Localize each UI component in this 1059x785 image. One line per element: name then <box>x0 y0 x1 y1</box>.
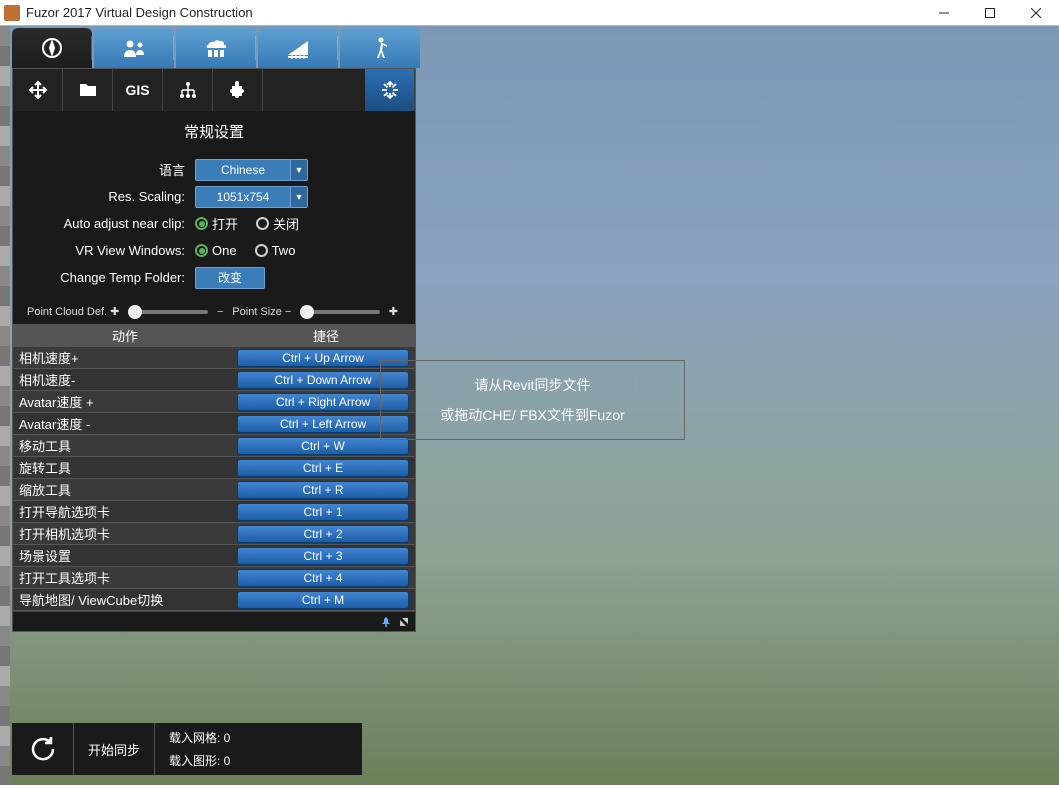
shortcut-action: 相机速度- <box>13 370 237 389</box>
language-label: 语言 <box>27 160 195 179</box>
move-tool-button[interactable] <box>13 69 63 111</box>
sync-start-label[interactable]: 开始同步 <box>74 723 155 775</box>
shortcut-key-button[interactable]: Ctrl + R <box>237 481 409 499</box>
tab-measure[interactable] <box>258 28 338 68</box>
tab-collaboration[interactable] <box>94 28 174 68</box>
shortcut-action: Avatar速度 - <box>13 414 237 433</box>
window-title: Fuzor 2017 Virtual Design Construction <box>26 5 921 20</box>
shortcut-row[interactable]: 打开工具选项卡Ctrl + 4 <box>13 566 415 588</box>
minus-icon[interactable]: − <box>217 306 223 318</box>
shortcut-key-button[interactable]: Ctrl + 4 <box>237 569 409 587</box>
open-folder-button[interactable] <box>63 69 113 111</box>
plugins-button[interactable] <box>213 69 263 111</box>
background-sliver <box>0 26 10 785</box>
sync-shape-count: 载入图形: 0 <box>169 752 230 769</box>
vr-view-two-label: Two <box>272 243 296 258</box>
shortcut-row[interactable]: 旋转工具Ctrl + E <box>13 456 415 478</box>
res-scaling-select[interactable]: 1051x754 <box>195 186 291 208</box>
shortcut-action: 缩放工具 <box>13 480 237 499</box>
shortcut-row[interactable]: 打开相机选项卡Ctrl + 2 <box>13 522 415 544</box>
tab-navigation[interactable] <box>12 28 92 68</box>
drop-message-line1: 请从Revit同步文件 <box>475 375 591 395</box>
change-temp-label: Change Temp Folder: <box>27 270 195 285</box>
tab-walk[interactable] <box>340 28 420 68</box>
key-column-header: 捷径 <box>237 326 415 345</box>
point-cloud-slider[interactable] <box>128 310 208 314</box>
hierarchy-button[interactable] <box>163 69 213 111</box>
point-size-slider[interactable] <box>300 310 380 314</box>
sync-bar: 开始同步 载入网格: 0 载入图形: 0 <box>12 723 362 775</box>
close-button[interactable] <box>1013 0 1059 26</box>
vr-view-one-radio[interactable] <box>195 244 208 257</box>
shortcut-key-button[interactable]: Ctrl + 1 <box>237 503 409 521</box>
point-size-label: Point Size <box>232 306 282 318</box>
auto-adjust-on-label: 打开 <box>212 214 238 233</box>
shortcut-action: 旋转工具 <box>13 458 237 477</box>
plus-icon[interactable]: ✚ <box>389 305 398 318</box>
main-tab-bar <box>12 28 1059 68</box>
shortcut-action: 相机速度+ <box>13 348 237 367</box>
gis-label: GIS <box>125 82 149 98</box>
shortcut-row[interactable]: 导航地图/ ViewCube切换Ctrl + M <box>13 588 415 610</box>
settings-button[interactable] <box>365 69 415 111</box>
panel-footer <box>13 611 415 631</box>
shortcut-row[interactable]: Avatar速度 +Ctrl + Right Arrow <box>13 390 415 412</box>
ribbon-toolbar: GIS <box>13 69 415 111</box>
action-column-header: 动作 <box>13 326 237 345</box>
shortcut-row[interactable]: 相机速度-Ctrl + Down Arrow <box>13 368 415 390</box>
auto-adjust-on-radio[interactable] <box>195 217 208 230</box>
pin-icon[interactable] <box>379 615 393 629</box>
vr-view-label: VR View Windows: <box>27 243 195 258</box>
tab-render[interactable] <box>176 28 256 68</box>
vr-view-one-label: One <box>212 243 237 258</box>
shortcut-action: 导航地图/ ViewCube切换 <box>13 590 237 609</box>
plus-icon[interactable]: ✚ <box>110 305 119 318</box>
shortcut-action: 打开工具选项卡 <box>13 568 237 587</box>
shortcut-action: 打开导航选项卡 <box>13 502 237 521</box>
shortcut-action: 移动工具 <box>13 436 237 455</box>
language-select[interactable]: Chinese <box>195 159 291 181</box>
point-cloud-def-label: Point Cloud Def. <box>27 306 107 318</box>
collapse-icon[interactable] <box>397 615 411 629</box>
shortcut-key-button[interactable]: Ctrl + E <box>237 459 409 477</box>
shortcut-key-button[interactable]: Ctrl + 3 <box>237 547 409 565</box>
minus-icon[interactable]: − <box>285 306 291 318</box>
shortcut-row[interactable]: 相机速度+Ctrl + Up Arrow <box>13 346 415 368</box>
auto-adjust-label: Auto adjust near clip: <box>27 216 195 231</box>
shortcut-action: Avatar速度 + <box>13 392 237 411</box>
settings-panel: GIS 常规设置 语言 Chinese ▼ Res. Scaling: 1051… <box>12 68 416 632</box>
auto-adjust-off-label: 关闭 <box>273 214 299 233</box>
auto-adjust-off-radio[interactable] <box>256 217 269 230</box>
panel-title: 常规设置 <box>27 121 401 142</box>
shortcut-row[interactable]: 打开导航选项卡Ctrl + 1 <box>13 500 415 522</box>
sync-mesh-count: 载入网格: 0 <box>169 729 230 746</box>
shortcut-action: 场景设置 <box>13 546 237 565</box>
shortcut-key-button[interactable]: Ctrl + 2 <box>237 525 409 543</box>
title-bar: Fuzor 2017 Virtual Design Construction <box>0 0 1059 26</box>
gis-button[interactable]: GIS <box>113 69 163 111</box>
vr-view-two-radio[interactable] <box>255 244 268 257</box>
shortcut-key-button[interactable]: Ctrl + M <box>237 591 409 609</box>
shortcut-action: 打开相机选项卡 <box>13 524 237 543</box>
shortcuts-header: 动作 捷径 <box>13 324 415 346</box>
shortcut-row[interactable]: 移动工具Ctrl + W <box>13 434 415 456</box>
shortcut-row[interactable]: 缩放工具Ctrl + R <box>13 478 415 500</box>
change-temp-button[interactable]: 改变 <box>195 267 265 289</box>
res-scaling-dropdown-arrow[interactable]: ▼ <box>290 186 308 208</box>
drop-message: 请从Revit同步文件 或拖动CHE/ FBX文件到Fuzor <box>380 360 685 440</box>
language-dropdown-arrow[interactable]: ▼ <box>290 159 308 181</box>
maximize-button[interactable] <box>967 0 1013 26</box>
sync-icon[interactable] <box>12 723 74 775</box>
shortcuts-list[interactable]: 相机速度+Ctrl + Up Arrow相机速度-Ctrl + Down Arr… <box>13 346 415 611</box>
drop-message-line2: 或拖动CHE/ FBX文件到Fuzor <box>440 405 624 425</box>
shortcut-row[interactable]: Avatar速度 -Ctrl + Left Arrow <box>13 412 415 434</box>
res-scaling-label: Res. Scaling: <box>27 189 195 204</box>
minimize-button[interactable] <box>921 0 967 26</box>
app-icon <box>4 5 20 21</box>
shortcut-row[interactable]: 场景设置Ctrl + 3 <box>13 544 415 566</box>
